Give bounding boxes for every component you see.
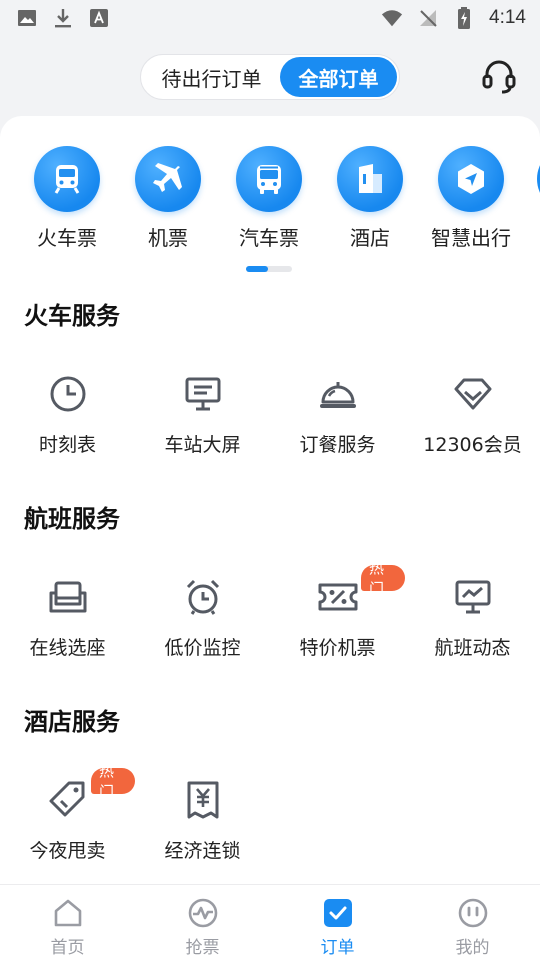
- service-discount-flights[interactable]: 特价机票 热门: [270, 559, 405, 660]
- status-bar-right: 4:14: [381, 7, 526, 29]
- header: 待出行订单 全部订单: [0, 36, 540, 116]
- category-label: 智慧出行: [431, 226, 511, 250]
- home-icon: [52, 897, 84, 929]
- service-label: 车站大屏: [164, 434, 241, 456]
- service-label: 特价机票: [299, 637, 376, 659]
- service-label: 在线选座: [29, 637, 106, 659]
- diamond-icon: [451, 372, 495, 416]
- category-pager-indicator: [246, 266, 292, 272]
- discount-ticket-icon: [316, 575, 360, 619]
- services-card: 火车票 机票 汽车票 酒店 智慧出行 火车服务 时刻表 车站大屏 订餐服务 12…: [0, 116, 540, 886]
- service-price-monitor[interactable]: 低价监控: [135, 575, 270, 660]
- service-label: 航班动态: [434, 637, 511, 659]
- cloche-icon: [316, 372, 360, 416]
- airplane-icon: [135, 146, 201, 212]
- service-label: 订餐服务: [299, 434, 376, 456]
- bottom-nav-grab-tickets[interactable]: 抢票: [135, 897, 270, 958]
- order-check-icon: [322, 897, 354, 929]
- bottom-nav-label: 我的: [455, 938, 490, 958]
- train-icon: [34, 146, 100, 212]
- customer-service-button[interactable]: [478, 58, 520, 100]
- category-label: 酒店: [350, 226, 390, 250]
- text-notification-icon: [88, 7, 110, 29]
- hot-badge: 热门: [91, 762, 135, 801]
- status-bar-left: [16, 7, 110, 29]
- order-filter-toggle: 待出行订单 全部订单: [140, 54, 400, 100]
- category-smart-travel[interactable]: 智慧出行: [421, 146, 521, 251]
- category-flight[interactable]: 机票: [118, 146, 218, 251]
- alarm-clock-icon: [181, 575, 225, 619]
- headset-icon: [480, 58, 518, 100]
- bottom-nav-label: 订单: [320, 938, 355, 958]
- section-title-flight: 航班服务: [24, 505, 120, 533]
- section-title-train: 火车服务: [24, 302, 120, 330]
- battery-charging-icon: [453, 7, 475, 29]
- category-train[interactable]: 火车票: [17, 146, 117, 251]
- service-seat-selection[interactable]: 在线选座: [0, 575, 135, 660]
- top-category-nav: 火车票 机票 汽车票 酒店 智慧出行: [0, 146, 540, 256]
- category-hotel[interactable]: 酒店: [320, 146, 420, 251]
- service-flight-status[interactable]: 航班动态: [405, 575, 540, 660]
- hot-badge: 热门: [361, 559, 405, 598]
- yuan-receipt-icon: [181, 778, 225, 822]
- image-notification-icon: [16, 7, 38, 29]
- service-tonight-sale[interactable]: 今夜甩卖 热门: [0, 762, 135, 863]
- category-bus[interactable]: 汽车票: [219, 146, 319, 251]
- service-station-screen[interactable]: 车站大屏: [135, 372, 270, 457]
- navigation-icon: [438, 146, 504, 212]
- service-budget-chain[interactable]: 经济连锁: [135, 778, 270, 863]
- bottom-nav-home[interactable]: 首页: [0, 897, 135, 958]
- download-notification-icon: [52, 7, 74, 29]
- bottom-nav-bar: 首页 抢票 订单 我的: [0, 884, 540, 960]
- service-meal-order[interactable]: 订餐服务: [270, 372, 405, 457]
- hotel-services-grid: 今夜甩卖 热门 经济连锁: [0, 762, 540, 878]
- wifi-icon: [381, 7, 403, 29]
- section-title-hotel: 酒店服务: [24, 708, 120, 736]
- flight-services-grid: 在线选座 低价监控 特价机票 热门 航班动态: [0, 559, 540, 675]
- category-label: 汽车票: [239, 226, 299, 250]
- service-membership[interactable]: 12306会员: [405, 372, 540, 457]
- category-label: 机票: [148, 226, 188, 250]
- clock-icon: [46, 372, 90, 416]
- trend-monitor-icon: [451, 575, 495, 619]
- service-timetable[interactable]: 时刻表: [0, 372, 135, 457]
- service-label: 低价监控: [164, 637, 241, 659]
- bottom-nav-orders[interactable]: 订单: [270, 897, 405, 958]
- service-label: 时刻表: [38, 434, 96, 456]
- profile-icon: [457, 897, 489, 929]
- pulse-icon: [187, 897, 219, 929]
- bottom-nav-label: 首页: [50, 938, 85, 958]
- bottom-nav-profile[interactable]: 我的: [405, 897, 540, 958]
- no-signal-icon: [417, 7, 439, 29]
- service-label: 12306会员: [423, 434, 522, 456]
- service-label: 经济连锁: [164, 840, 241, 862]
- seat-icon: [46, 575, 90, 619]
- price-tag-icon: [46, 778, 90, 822]
- train-services-grid: 时刻表 车站大屏 订餐服务 12306会员: [0, 372, 540, 472]
- status-bar: 4:14: [0, 0, 540, 36]
- bottom-nav-label: 抢票: [185, 938, 220, 958]
- service-label: 今夜甩卖: [29, 840, 106, 862]
- display-screen-icon: [181, 372, 225, 416]
- bus-icon: [236, 146, 302, 212]
- category-label: 火车票: [37, 226, 97, 250]
- tab-pending-orders[interactable]: 待出行订单: [143, 57, 280, 97]
- pager-active-segment: [246, 266, 268, 272]
- tab-all-orders[interactable]: 全部订单: [279, 57, 397, 97]
- hotel-icon: [337, 146, 403, 212]
- clock-time: 4:14: [489, 7, 526, 28]
